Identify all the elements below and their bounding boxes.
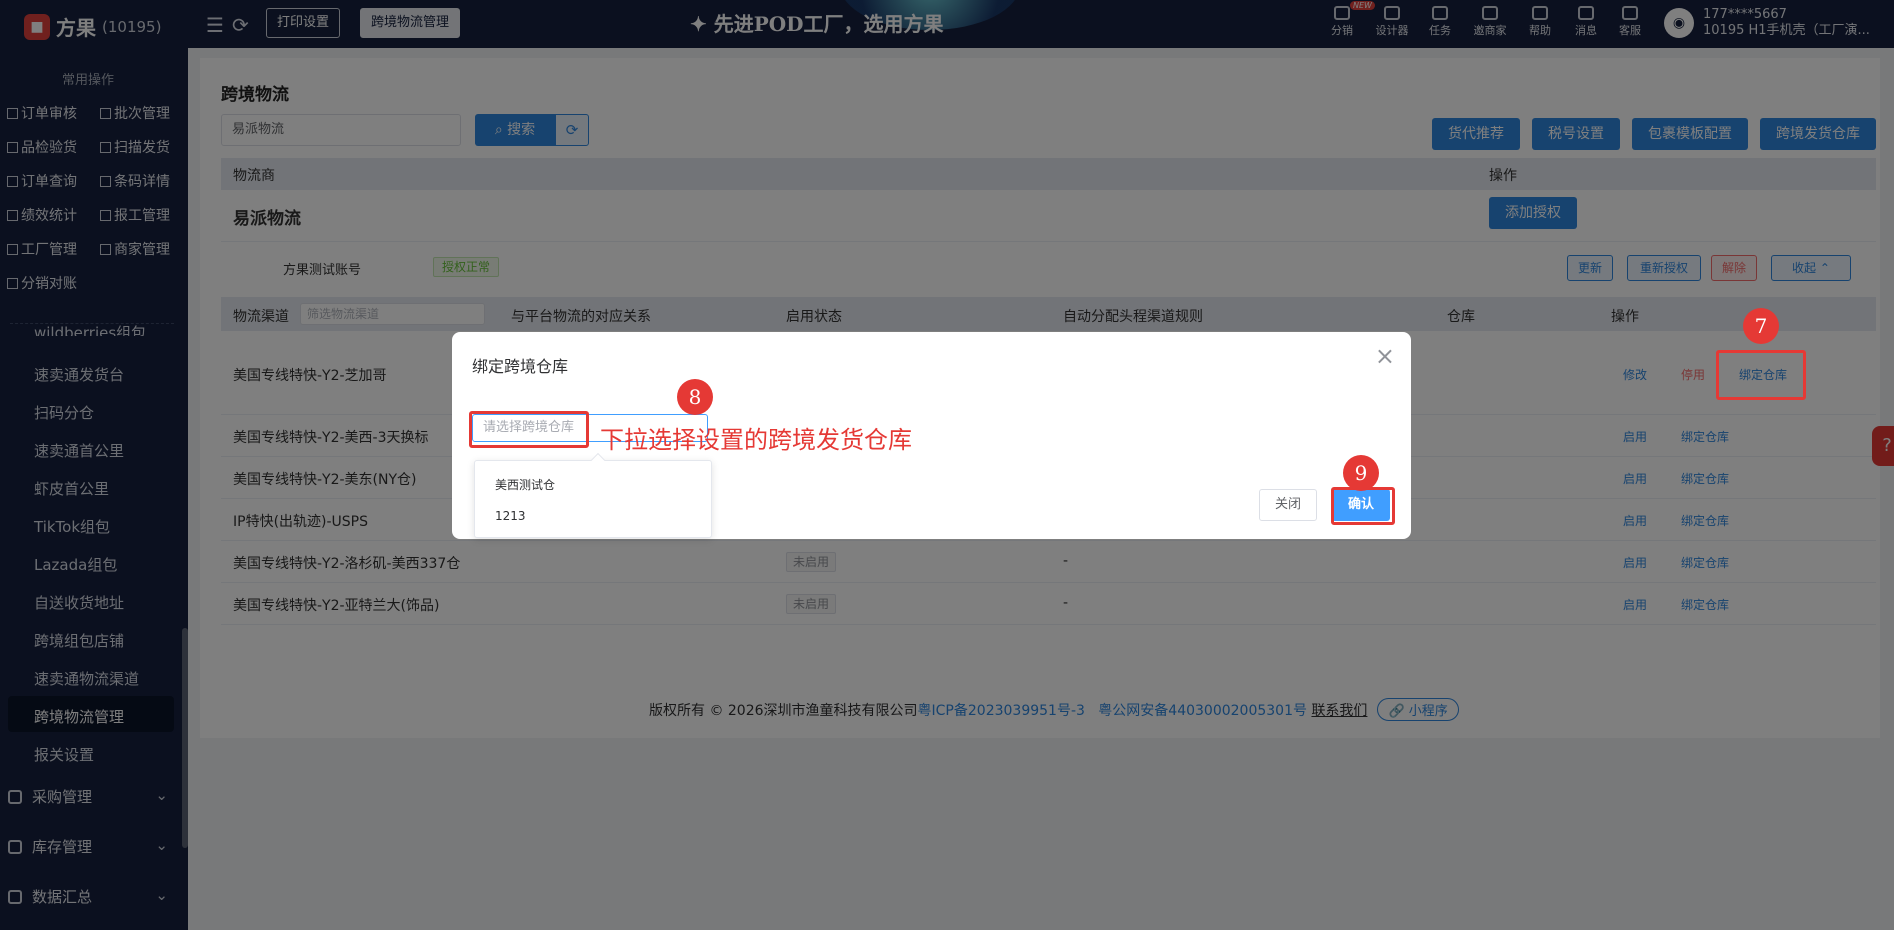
close-icon[interactable]: ×	[1375, 342, 1395, 370]
modal-title: 绑定跨境仓库	[472, 357, 569, 376]
annotation-step-7: 7	[1743, 308, 1779, 344]
modal-close-button[interactable]: 关闭	[1259, 489, 1317, 521]
annotation-box-select	[469, 411, 589, 448]
dropdown-arrow	[590, 452, 606, 468]
bind-warehouse-modal: 绑定跨境仓库 × 请选择跨境仓库 美西测试仓 1213 关闭 确认	[452, 332, 1411, 539]
warehouse-option[interactable]: 美西测试仓	[495, 476, 555, 493]
annotation-step-8: 8	[677, 379, 713, 415]
warehouse-option[interactable]: 1213	[495, 509, 526, 523]
annotation-box-confirm	[1331, 487, 1395, 525]
warehouse-dropdown: 美西测试仓 1213	[474, 452, 712, 538]
annotation-hint: 下拉选择设置的跨境发货仓库	[600, 426, 912, 454]
annotation-step-9: 9	[1343, 455, 1379, 491]
annotation-box-bind-warehouse	[1716, 350, 1806, 400]
